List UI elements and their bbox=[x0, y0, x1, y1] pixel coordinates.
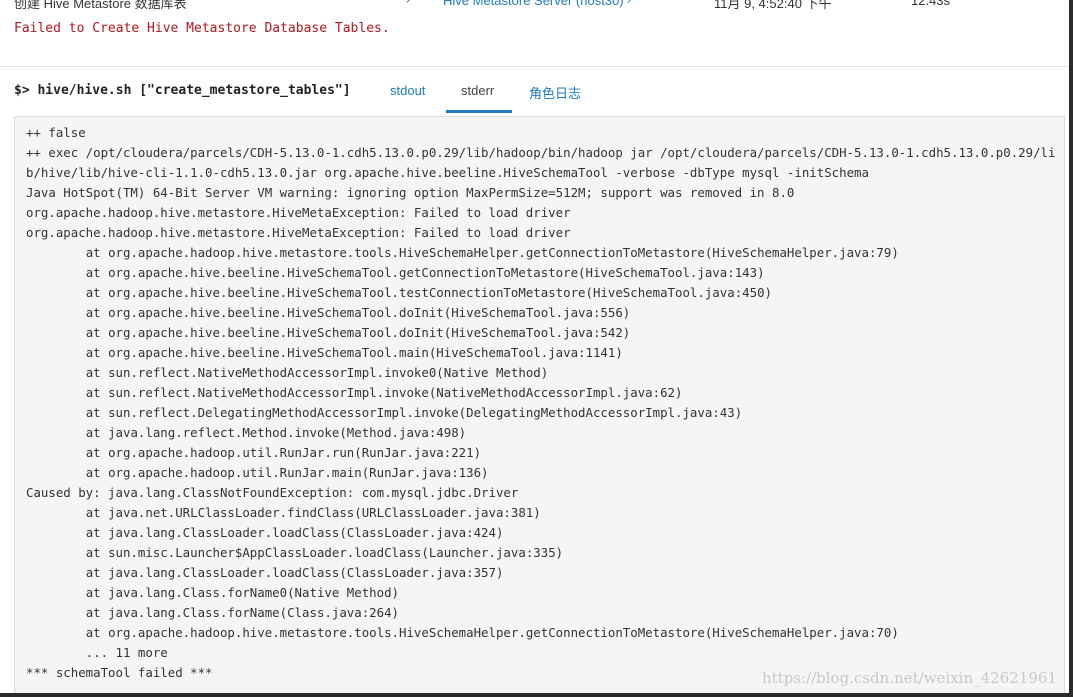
log-line: at sun.reflect.NativeMethodAccessorImpl.… bbox=[85, 365, 549, 380]
log-line: at sun.reflect.NativeMethodAccessorImpl.… bbox=[85, 385, 683, 400]
log-line: at sun.misc.Launcher$AppClassLoader.load… bbox=[85, 545, 564, 560]
log-line: at org.apache.hive.beeline.HiveSchemaToo… bbox=[85, 345, 623, 360]
log-line: Java HotSpot(TM) 64-Bit Server VM warnin… bbox=[26, 185, 795, 200]
watermark: https://blog.csdn.net/weixin_42621961 bbox=[761, 669, 1057, 687]
log-content: ++ false ++ exec /opt/cloudera/parcels/C… bbox=[26, 123, 1056, 683]
stderr-log-box[interactable]: ++ false ++ exec /opt/cloudera/parcels/C… bbox=[14, 116, 1065, 693]
command-name: 创建 Hive Metastore 数据库表 bbox=[14, 0, 187, 11]
log-line: at java.lang.ClassLoader.loadClass(Class… bbox=[85, 565, 504, 580]
command-line: $> hive/hive.sh ["create_metastore_table… bbox=[14, 83, 351, 98]
log-line: org.apache.hadoop.hive.metastore.HiveMet… bbox=[26, 225, 571, 240]
log-line: at org.apache.hadoop.util.RunJar.main(Ru… bbox=[85, 465, 489, 480]
external-link-icon[interactable]: ↗ bbox=[405, 0, 414, 6]
prompt-symbol: $> bbox=[14, 83, 30, 98]
role-link[interactable]: Hive Metastore Server (host30) bbox=[443, 0, 624, 8]
log-line: at java.lang.Class.forName0(Native Metho… bbox=[85, 585, 399, 600]
log-line: at org.apache.hive.beeline.HiveSchemaToo… bbox=[85, 265, 765, 280]
log-line: at org.apache.hive.beeline.HiveSchemaToo… bbox=[85, 325, 631, 340]
log-line: at org.apache.hadoop.hive.metastore.tool… bbox=[85, 245, 899, 260]
tab-role-log[interactable]: 角色日志 bbox=[529, 83, 581, 102]
command-details-panel: 创建 Hive Metastore 数据库表 ↗ Hive Metastore … bbox=[0, 0, 1069, 693]
log-line: at sun.reflect.DelegatingMethodAccessorI… bbox=[85, 405, 743, 420]
log-line: ++ exec /opt/cloudera/parcels/CDH-5.13.0… bbox=[26, 145, 1056, 180]
log-line: ++ false bbox=[26, 125, 86, 140]
log-line: at org.apache.hive.beeline.HiveSchemaToo… bbox=[85, 285, 772, 300]
tab-stdout[interactable]: stdout bbox=[390, 83, 425, 98]
log-line: Caused by: java.lang.ClassNotFoundExcept… bbox=[26, 485, 519, 500]
command-summary-row: 创建 Hive Metastore 数据库表 ↗ Hive Metastore … bbox=[0, 0, 1069, 13]
external-link-icon[interactable]: ↗ bbox=[626, 0, 635, 6]
log-line: at java.lang.Class.forName(Class.java:26… bbox=[85, 605, 399, 620]
tab-stderr[interactable]: stderr bbox=[461, 83, 494, 98]
log-line: org.apache.hadoop.hive.metastore.HiveMet… bbox=[26, 205, 571, 220]
log-line: ... 11 more bbox=[85, 645, 168, 660]
command-text: hive/hive.sh ["create_metastore_tables"] bbox=[37, 83, 351, 98]
active-tab-indicator bbox=[446, 110, 512, 113]
log-line: at java.lang.ClassLoader.loadClass(Class… bbox=[85, 525, 504, 540]
error-message: Failed to Create Hive Metastore Database… bbox=[14, 21, 390, 36]
log-line: at org.apache.hadoop.hive.metastore.tool… bbox=[85, 625, 899, 640]
log-line: at java.net.URLClassLoader.findClass(URL… bbox=[85, 505, 541, 520]
log-line: at org.apache.hive.beeline.HiveSchemaToo… bbox=[85, 305, 631, 320]
divider bbox=[0, 66, 1069, 67]
log-line: at java.lang.reflect.Method.invoke(Metho… bbox=[85, 425, 467, 440]
log-line: *** schemaTool failed *** bbox=[26, 665, 213, 680]
log-line: at org.apache.hadoop.util.RunJar.run(Run… bbox=[85, 445, 482, 460]
duration: 12.43s bbox=[911, 0, 951, 8]
start-time: 11月 9, 4:52:40 下午 bbox=[714, 0, 832, 11]
